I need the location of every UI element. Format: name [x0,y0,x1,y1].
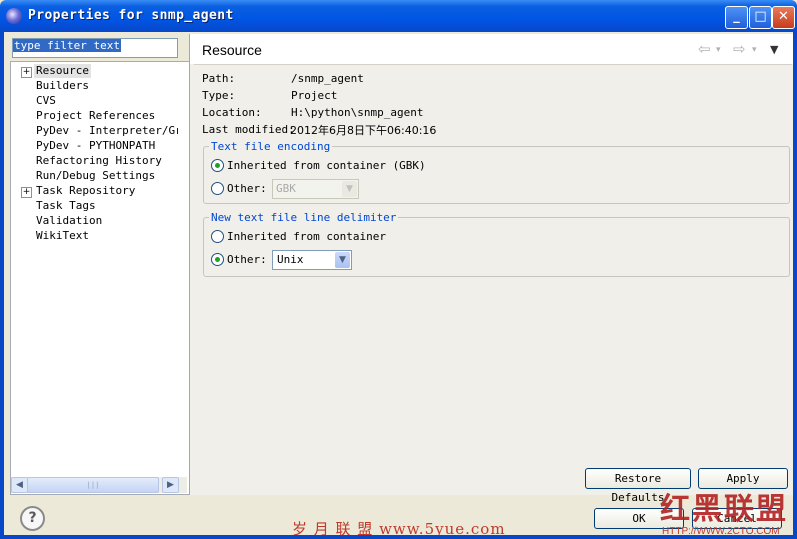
filter-text: type filter text [13,39,121,52]
scroll-right-icon[interactable]: ▶ [162,477,179,493]
delimiter-inherited-label[interactable]: Inherited from container [227,230,386,243]
location-value: H:\python\snmp_agent [291,106,424,119]
horizontal-scrollbar[interactable]: ◀ ||| ▶ [11,477,187,493]
forward-dropdown-icon[interactable]: ▾ [752,45,757,55]
path-value: /snmp_agent [291,72,364,85]
type-label: Type: [202,89,236,102]
encoding-select-value: GBK [276,182,296,195]
maximize-button[interactable]: □ [749,6,772,29]
last-modified-value: 2012年6月8日下午06:40:16 [290,124,437,137]
path-label: Path: [202,72,236,85]
window-title: Properties for snmp_agent [28,8,234,23]
encoding-other-radio[interactable] [211,182,224,195]
type-value: Project [291,89,338,102]
watermark-logo: 红黑联盟 [660,492,788,527]
location-label: Location: [202,106,262,119]
forward-icon[interactable]: ⇨ [733,40,746,58]
delimiter-other-label[interactable]: Other: [227,253,267,266]
minimize-button[interactable]: _ [725,6,748,29]
filter-input[interactable]: type filter text [12,38,178,58]
encoding-legend: Text file encoding [209,140,333,153]
tree-item-wikitext[interactable]: WikiText [36,229,89,243]
eclipse-icon [6,8,22,24]
tree-item-cvs[interactable]: CVS [36,94,56,108]
header-separator [194,64,792,65]
help-icon[interactable]: ? [20,506,45,531]
tree-item-validation[interactable]: Validation [36,214,102,228]
expand-icon[interactable]: + [21,67,32,78]
back-icon[interactable]: ⇦ [698,40,711,58]
tree-item-pydev-pythonpath[interactable]: PyDev - PYTHONPATH [36,139,155,153]
scroll-thumb[interactable]: ||| [27,477,159,493]
combo-arrow-icon[interactable]: ▼ [342,181,357,197]
tree-item-project-references[interactable]: Project References [36,109,155,123]
tree-item-resource[interactable]: Resource [34,64,91,78]
delimiter-select-value: Unix [277,253,304,266]
window-frame-right [793,32,797,539]
encoding-inherited-radio[interactable] [211,159,224,172]
tree-item-refactoring-history[interactable]: Refactoring History [36,154,162,168]
encoding-select[interactable]: GBK ▼ [272,179,359,199]
encoding-other-label[interactable]: Other: [227,182,267,195]
delimiter-select[interactable]: Unix ▼ [272,250,352,270]
tree-item-task-repository[interactable]: Task Repository [36,184,135,198]
tree-item-run-debug-settings[interactable]: Run/Debug Settings [36,169,155,183]
view-menu-icon[interactable]: ▼ [770,43,778,56]
tree-item-builders[interactable]: Builders [36,79,89,93]
last-modified-label: Last modified: [202,123,295,136]
delimiter-inherited-radio[interactable] [211,230,224,243]
scroll-left-icon[interactable]: ◀ [11,477,28,493]
tree-item-pydev-interpreter[interactable]: PyDev - Interpreter/Gram [36,124,178,138]
encoding-inherited-label[interactable]: Inherited from container (GBK) [227,159,426,172]
window-frame-left [0,32,4,539]
window-frame-bottom [0,535,797,539]
back-dropdown-icon[interactable]: ▾ [716,45,721,55]
close-button[interactable]: ✕ [772,6,795,29]
page-title: Resource [202,42,262,58]
delimiter-other-radio[interactable] [211,253,224,266]
tree-item-task-tags[interactable]: Task Tags [36,199,96,213]
delimiter-legend: New text file line delimiter [209,211,399,224]
combo-arrow-icon[interactable]: ▼ [335,252,350,268]
expand-icon[interactable]: + [21,187,32,198]
